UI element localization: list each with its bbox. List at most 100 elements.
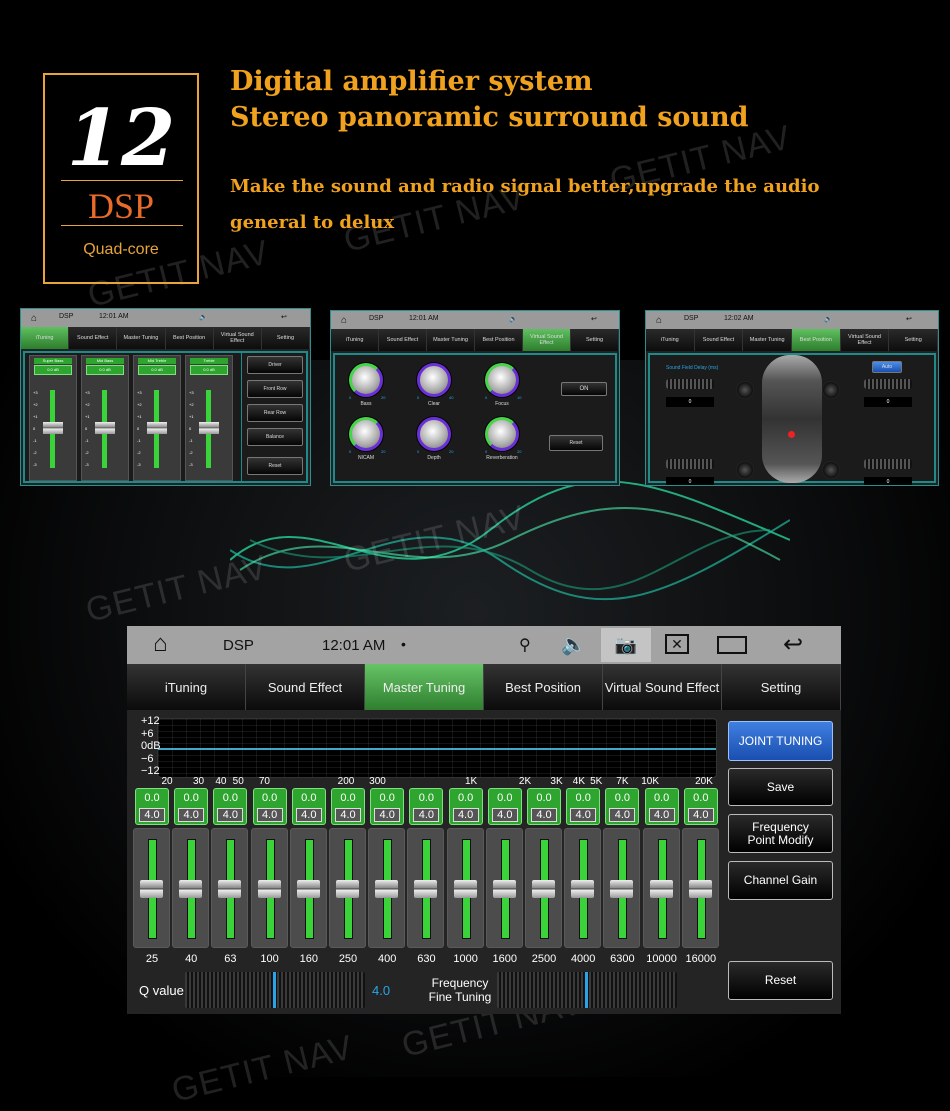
band-slider[interactable]	[329, 828, 366, 948]
tab-best-position[interactable]: Best Position	[165, 327, 214, 349]
slider-handle[interactable]	[179, 880, 203, 898]
slider-handle[interactable]	[296, 880, 320, 898]
band-slider[interactable]	[289, 828, 327, 948]
save-button[interactable]: Save	[728, 768, 833, 806]
slider-handle[interactable]	[649, 880, 673, 898]
knob-reverberation[interactable]	[485, 417, 519, 451]
mini-reset-button[interactable]: Reset	[247, 457, 303, 475]
slider-handle[interactable]	[375, 880, 399, 898]
home-icon[interactable]: ⌂	[31, 313, 37, 324]
slider-handle[interactable]	[414, 880, 438, 898]
tab-master-tuning[interactable]: Master Tuning	[427, 329, 475, 351]
mini-rear-row-button[interactable]: Rear Row	[247, 404, 303, 422]
tab-virtual-sound-effect[interactable]: Virtual Sound Effect	[840, 329, 890, 351]
channel-gain-button[interactable]: Channel Gain	[728, 861, 833, 900]
location-icon[interactable]: ⚲	[519, 635, 531, 655]
mini-driver-button[interactable]: Driver	[247, 356, 303, 374]
volume-icon[interactable]: 🔈	[199, 313, 208, 321]
band-value-box[interactable]: 0.0 4.0	[487, 788, 522, 825]
delay-slider[interactable]	[666, 379, 714, 389]
tab-ituning[interactable]: iTuning	[331, 329, 379, 351]
band-slider[interactable]	[564, 828, 602, 948]
mini-balance-button[interactable]: Balance	[247, 428, 303, 446]
band-slider[interactable]	[133, 828, 170, 948]
band-slider[interactable]	[603, 828, 641, 948]
band-value-box[interactable]: 0.0 4.0	[566, 788, 601, 825]
band-value-box[interactable]: 0.0 4.0	[683, 788, 718, 825]
band-slider[interactable]	[485, 828, 523, 948]
band-slider[interactable]	[211, 828, 249, 948]
q-value-slider[interactable]	[185, 972, 365, 1008]
volume-icon[interactable]: 🔈	[561, 632, 586, 657]
tab-master-tuning[interactable]: Master Tuning	[743, 329, 793, 351]
band-slider[interactable]	[446, 828, 484, 948]
back-icon[interactable]: ↩	[783, 630, 803, 659]
band-value-box[interactable]: 0.0 4.0	[370, 788, 405, 825]
slider-handle[interactable]	[95, 422, 115, 434]
tab-best-position[interactable]: Best Position	[475, 329, 523, 351]
home-icon[interactable]: ⌂	[341, 315, 347, 326]
tab-master-tuning[interactable]: Master Tuning	[365, 664, 484, 710]
close-app-icon[interactable]: ✕	[665, 634, 689, 654]
band-value-box[interactable]: 0.0 4.0	[527, 788, 561, 825]
tab-best-position[interactable]: Best Position	[792, 329, 841, 351]
slider-handle[interactable]	[571, 880, 595, 898]
knob-nicam[interactable]	[349, 417, 383, 451]
slider-handle[interactable]	[199, 422, 219, 434]
home-icon[interactable]: ⌂	[153, 630, 168, 658]
slider-handle[interactable]	[532, 880, 555, 898]
home-icon[interactable]: ⌂	[656, 315, 662, 326]
band-value-box[interactable]: 0.0 4.0	[331, 788, 365, 825]
delay-slider[interactable]	[864, 459, 912, 469]
band-slider[interactable]	[250, 828, 288, 948]
slider-handle[interactable]	[147, 422, 167, 434]
back-icon[interactable]: ↩	[906, 315, 912, 323]
volume-icon[interactable]: 🔈	[824, 315, 833, 323]
tab-sound-effect[interactable]: Sound Effect	[69, 327, 118, 349]
band-slider[interactable]	[525, 828, 562, 948]
tab-setting[interactable]: Setting	[722, 664, 841, 710]
tab-ituning[interactable]: iTuning	[646, 329, 695, 351]
band-value-box[interactable]: 0.0 4.0	[252, 788, 287, 825]
band-value-box[interactable]: 0.0 4.0	[409, 788, 444, 825]
tab-setting[interactable]: Setting	[889, 329, 938, 351]
band-slider[interactable]	[681, 828, 719, 948]
delay-slider[interactable]	[666, 459, 714, 469]
tab-setting[interactable]: Setting	[571, 329, 619, 351]
recent-apps-icon[interactable]	[717, 636, 747, 654]
band-value-box[interactable]: 0.0 4.0	[135, 788, 169, 825]
tab-best-position[interactable]: Best Position	[484, 664, 603, 710]
band-value-box[interactable]: 0.0 4.0	[448, 788, 483, 825]
on-toggle[interactable]: ON	[561, 382, 607, 396]
slider-handle[interactable]	[492, 880, 516, 898]
tab-setting[interactable]: Setting	[261, 327, 310, 349]
slider-handle[interactable]	[610, 880, 634, 898]
slider-handle[interactable]	[140, 880, 163, 898]
tab-sound-effect[interactable]: Sound Effect	[246, 664, 365, 710]
joint-tuning-button[interactable]: JOINT TUNING	[728, 721, 833, 761]
tab-virtual-sound-effect[interactable]: Virtual Sound Effect	[523, 329, 571, 351]
knob-focus[interactable]	[485, 363, 519, 397]
band-slider[interactable]	[407, 828, 445, 948]
band-value-box[interactable]: 0.0 4.0	[605, 788, 640, 825]
band-value-box[interactable]: 0.0 4.0	[644, 788, 679, 825]
volume-icon[interactable]: 🔈	[509, 315, 518, 323]
knob-depth[interactable]	[417, 417, 451, 451]
screenshot-icon[interactable]: 📷	[601, 628, 651, 662]
knob-clear[interactable]	[417, 363, 451, 397]
tab-ituning[interactable]: iTuning	[21, 327, 70, 349]
tab-virtual-sound-effect[interactable]: Virtual Sound Effect	[213, 327, 262, 349]
mini-front-row-button[interactable]: Front Row	[247, 380, 303, 398]
tab-sound-effect[interactable]: Sound Effect	[379, 329, 427, 351]
tab-master-tuning[interactable]: Master Tuning	[117, 327, 166, 349]
band-value-box[interactable]: 0.0 4.0	[174, 788, 209, 825]
band-value-box[interactable]: 0.0 4.0	[291, 788, 326, 825]
band-value-box[interactable]: 0.0 4.0	[213, 788, 248, 825]
knob-bass[interactable]	[349, 363, 383, 397]
slider-handle[interactable]	[336, 880, 359, 898]
slider-handle[interactable]	[688, 880, 712, 898]
tab-ituning[interactable]: iTuning	[127, 664, 246, 710]
reset-button[interactable]: Reset	[549, 435, 603, 451]
slider-handle[interactable]	[257, 880, 281, 898]
reset-button[interactable]: Reset	[728, 961, 833, 1000]
